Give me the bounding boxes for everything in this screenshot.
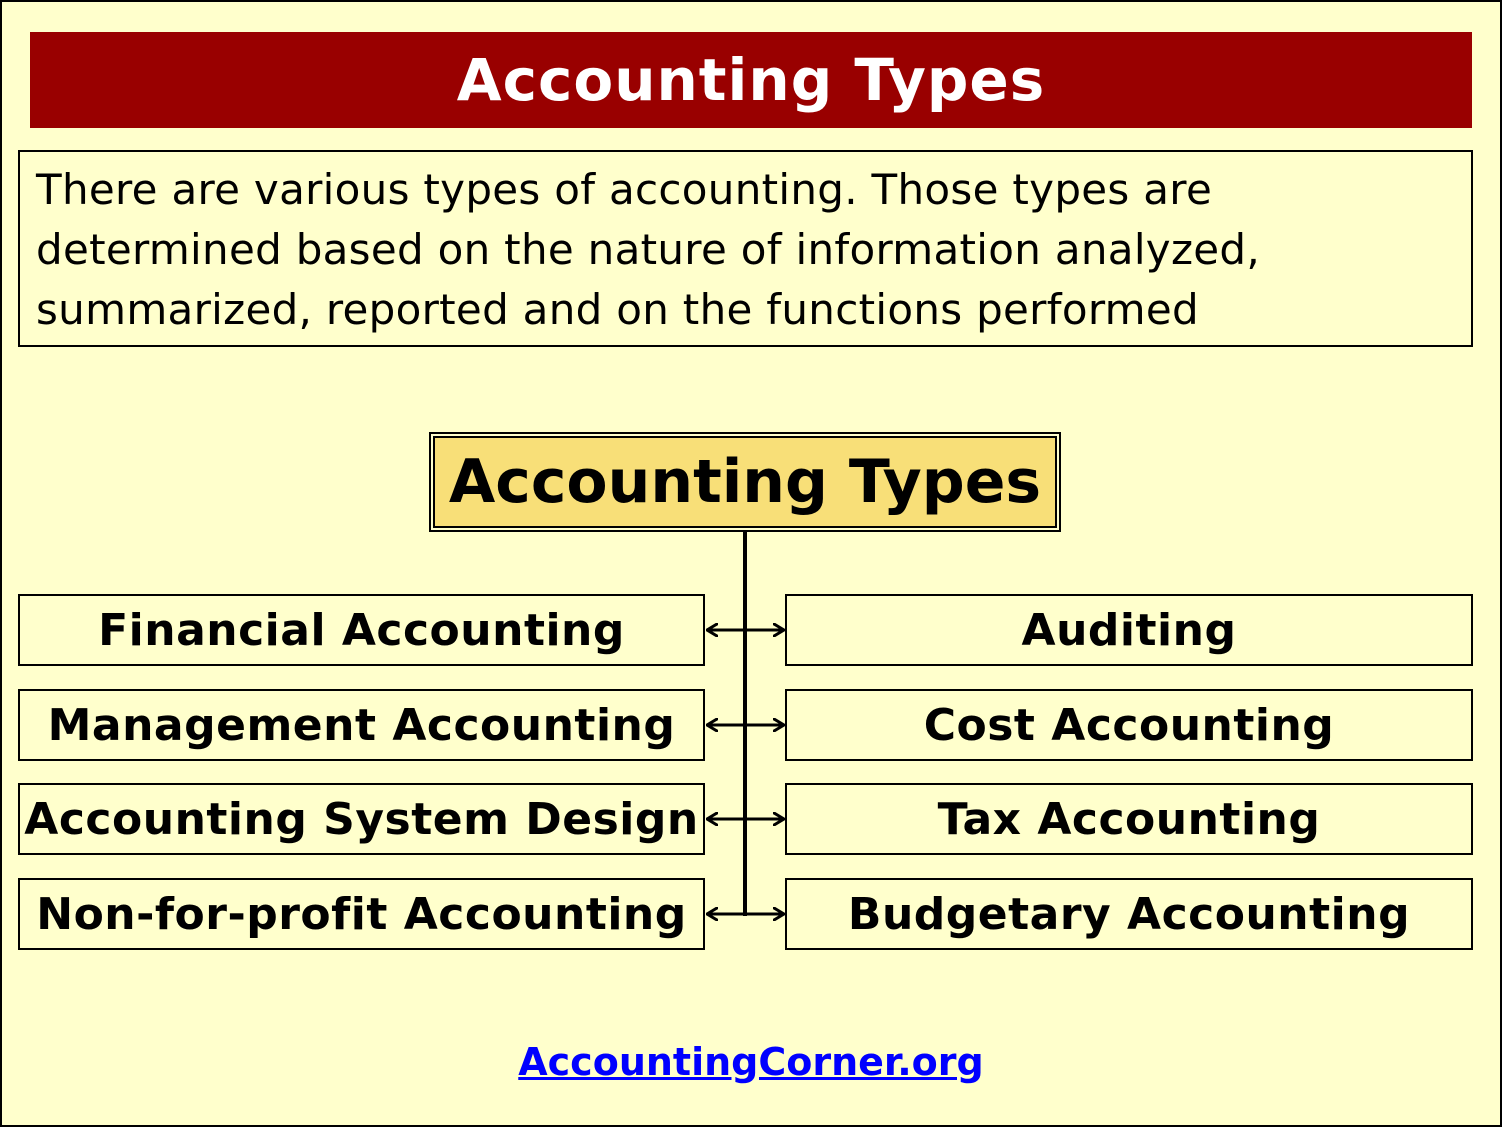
central-node: Accounting Types	[429, 432, 1061, 532]
intro-box: There are various types of accounting. T…	[18, 150, 1473, 347]
type-box-non-for-profit-accounting: Non-for-profit Accounting	[18, 878, 705, 950]
type-box-auditing: Auditing	[785, 594, 1473, 666]
type-label: Budgetary Accounting	[847, 888, 1411, 940]
type-box-tax-accounting: Tax Accounting	[785, 783, 1473, 855]
type-label: Tax Accounting	[937, 793, 1321, 845]
type-label: Financial Accounting	[98, 604, 625, 656]
title-banner: Accounting Types	[30, 32, 1472, 128]
footer: AccountingCorner.org	[0, 1040, 1502, 1084]
type-box-cost-accounting: Cost Accounting	[785, 689, 1473, 761]
intro-text: There are various types of accounting. T…	[36, 165, 1261, 334]
type-box-budgetary-accounting: Budgetary Accounting	[785, 878, 1473, 950]
type-box-financial-accounting: Financial Accounting	[18, 594, 705, 666]
type-box-management-accounting: Management Accounting	[18, 689, 705, 761]
central-node-inner: Accounting Types	[433, 436, 1057, 528]
website-link[interactable]: AccountingCorner.org	[518, 1040, 983, 1084]
type-label: Management Accounting	[47, 699, 676, 751]
type-label: Non-for-profit Accounting	[36, 888, 687, 940]
page-title: Accounting Types	[456, 46, 1046, 114]
type-label: Cost Accounting	[923, 699, 1335, 751]
central-node-label: Accounting Types	[448, 447, 1042, 517]
type-label: Auditing	[1021, 604, 1237, 656]
type-box-accounting-system-design: Accounting System Design	[18, 783, 705, 855]
type-label: Accounting System Design	[24, 793, 699, 845]
